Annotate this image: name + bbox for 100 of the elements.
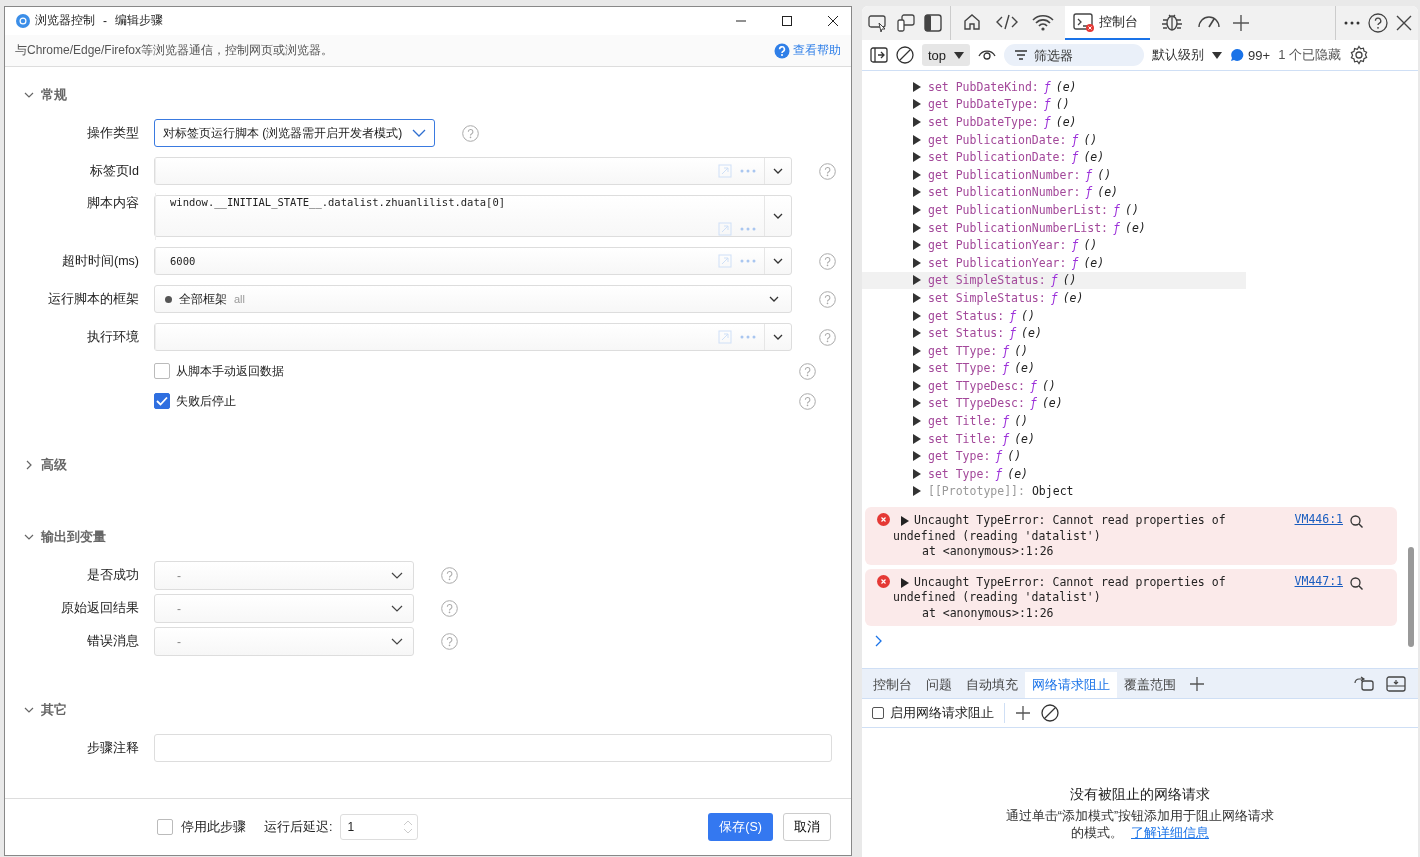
console-row[interactable]: get PublicationDate: ƒ ()	[862, 130, 1246, 149]
close-icon[interactable]	[827, 14, 839, 27]
devtools-tab[interactable]: 控制台	[1065, 6, 1150, 40]
property-name[interactable]: set TTypeDesc:	[928, 396, 1025, 411]
console-row[interactable]: get TType: ƒ ()	[862, 341, 1246, 360]
expand-arrow-icon[interactable]	[913, 134, 921, 145]
property-name[interactable]: get PublicationNumberList:	[928, 202, 1108, 217]
expand-arrow-icon[interactable]	[913, 152, 921, 163]
undock-icon[interactable]	[1354, 676, 1374, 692]
property-name[interactable]: set SimpleStatus:	[928, 290, 1046, 305]
context-select[interactable]: top	[922, 44, 971, 66]
console-row[interactable]: set PublicationNumber: ƒ (e)	[862, 183, 1246, 202]
drawer-tab[interactable]: 网络请求阻止	[1025, 672, 1117, 698]
inspect-icon[interactable]	[868, 14, 888, 32]
property-name[interactable]: get PubDateType:	[928, 97, 1039, 112]
console-row[interactable]: get SimpleStatus: ƒ ()	[862, 271, 1246, 290]
delay-spinner[interactable]: 1	[340, 814, 419, 841]
input-field[interactable]: window.__INITIAL_STATE__.datalist.zhuanlilist.data[0]	[154, 195, 792, 238]
expand-arrow-icon[interactable]	[913, 363, 921, 374]
expand-arrow-icon[interactable]	[913, 169, 921, 180]
property-name[interactable]: get SimpleStatus:	[928, 273, 1046, 288]
variable-select[interactable]: -	[154, 627, 414, 657]
checkbox[interactable]	[157, 819, 173, 836]
settings-icon[interactable]	[1349, 45, 1369, 65]
expand-arrow-icon[interactable]	[913, 486, 921, 497]
variable-select[interactable]: -	[154, 594, 414, 624]
input-field[interactable]	[154, 157, 792, 186]
property-name[interactable]: set PubDateKind:	[928, 79, 1039, 94]
property-name[interactable]: get Title:	[928, 414, 998, 429]
source-link[interactable]: VM446:1	[1294, 512, 1343, 528]
expand-arrow-icon[interactable]	[913, 433, 921, 444]
plus-icon[interactable]	[1015, 705, 1031, 721]
expand-arrow-icon[interactable]	[913, 468, 921, 479]
drawer-tab[interactable]: 控制台	[866, 672, 919, 698]
scrollbar-thumb[interactable]	[1408, 547, 1414, 647]
input-field[interactable]: 6000	[154, 247, 792, 276]
console-row[interactable]: get PublicationNumber: ƒ ()	[862, 165, 1246, 184]
expand-arrow-icon[interactable]	[913, 240, 921, 251]
console-row[interactable]: set TType: ƒ (e)	[862, 359, 1246, 378]
search-icon[interactable]	[1350, 515, 1363, 529]
save-button[interactable]: 保存(S)	[708, 813, 773, 842]
property-name[interactable]: set PublicationDate:	[928, 150, 1067, 165]
expand-arrow-icon[interactable]	[913, 328, 921, 339]
checkbox-label[interactable]: 从脚本手动返回数据	[176, 362, 284, 380]
device-icon[interactable]	[896, 14, 916, 32]
expand-arrow-icon[interactable]	[913, 257, 921, 268]
drawer-tab[interactable]: 覆盖范围	[1117, 672, 1183, 698]
console-row[interactable]: set PublicationYear: ƒ (e)	[862, 253, 1246, 272]
prompt-icon[interactable]	[875, 635, 883, 648]
console-row[interactable]: get TTypeDesc: ƒ ()	[862, 377, 1246, 395]
console-row[interactable]: set Title: ƒ (e)	[862, 429, 1246, 448]
comment-field[interactable]	[154, 734, 832, 763]
chevron-down-icon[interactable]	[773, 334, 783, 341]
expand-arrow-icon[interactable]	[913, 117, 921, 127]
expand-arrow-icon[interactable]	[913, 204, 921, 215]
drawer-tab[interactable]: 问题	[919, 672, 959, 698]
property-name[interactable]: set Type:	[928, 466, 991, 481]
expand-arrow-icon[interactable]	[913, 380, 921, 391]
filter-field[interactable]: 筛选器	[1004, 44, 1145, 66]
drawer-tab[interactable]: 自动填充	[959, 672, 1025, 698]
expand-arrow-icon[interactable]	[913, 275, 921, 286]
hidden-count[interactable]: 1 个已隐藏	[1278, 46, 1341, 64]
checkbox[interactable]	[154, 363, 170, 380]
chevron-down-icon[interactable]	[773, 213, 783, 220]
property-name[interactable]: set Status:	[928, 326, 1005, 341]
expand-arrow-icon[interactable]	[913, 81, 921, 92]
console-row[interactable]: get PubDateType: ƒ ()	[862, 95, 1246, 114]
expand-arrow-icon[interactable]	[913, 345, 921, 356]
expand-arrow-icon[interactable]	[913, 398, 921, 409]
console-row[interactable]: get Type: ƒ ()	[862, 447, 1246, 466]
cancel-button[interactable]: 取消	[783, 813, 831, 842]
message-count[interactable]: 99+	[1248, 47, 1271, 63]
console-row[interactable]: get PublicationNumberList: ƒ ()	[862, 201, 1246, 219]
property-name[interactable]: set PublicationNumberList:	[928, 220, 1108, 235]
property-name[interactable]: get Type:	[928, 449, 991, 464]
console-row[interactable]: set PublicationNumberList: ƒ (e)	[862, 218, 1246, 237]
checkbox[interactable]	[154, 393, 170, 410]
property-name[interactable]: get PublicationYear:	[928, 238, 1067, 253]
more-icon[interactable]	[1344, 21, 1360, 25]
variable-select[interactable]: -	[154, 561, 414, 591]
expand-arrow-icon[interactable]	[913, 416, 921, 427]
section-title[interactable]: 其它	[41, 701, 67, 719]
checkbox-label[interactable]: 停用此步骤	[181, 818, 246, 836]
expand-arrow-icon[interactable]	[901, 577, 909, 588]
property-name[interactable]: get PublicationDate:	[928, 132, 1067, 147]
expand-arrow-icon[interactable]	[913, 99, 921, 110]
clear-icon[interactable]	[896, 46, 914, 64]
plus-icon[interactable]	[1189, 676, 1205, 692]
clear-icon[interactable]	[1041, 704, 1059, 722]
eye-icon[interactable]	[978, 49, 997, 61]
learn-more-link[interactable]: 了解详细信息	[1131, 825, 1209, 842]
expand-arrow-icon[interactable]	[913, 292, 921, 303]
property-name[interactable]: get PublicationNumber:	[928, 167, 1081, 182]
section-title[interactable]: 高级	[41, 456, 67, 474]
console-row[interactable]: set PublicationDate: ƒ (e)	[862, 148, 1246, 166]
checkbox-label[interactable]: 启用网络请求阻止	[890, 704, 994, 722]
help-link[interactable]: 查看帮助	[793, 42, 841, 60]
property-name[interactable]: set Title:	[928, 431, 998, 446]
dock-bottom-icon[interactable]	[1386, 676, 1406, 692]
checkbox[interactable]	[872, 707, 884, 719]
